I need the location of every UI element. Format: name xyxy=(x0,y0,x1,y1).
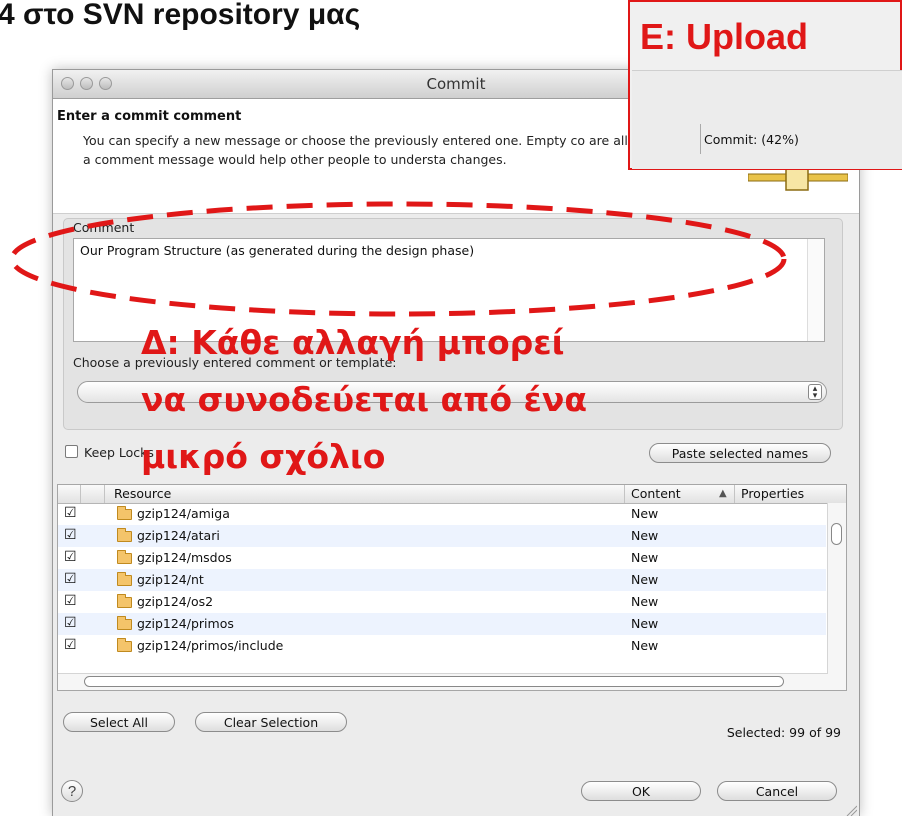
slide-title: 4 στο SVN repository μας xyxy=(0,0,361,31)
comment-text: Our Program Structure (as generated duri… xyxy=(80,243,475,258)
resource-name: gzip124/nt xyxy=(137,572,204,587)
select-all-button[interactable]: Select All xyxy=(63,712,175,732)
vertical-scroll-thumb[interactable] xyxy=(831,523,842,545)
table-horizontal-scrollbar[interactable] xyxy=(58,673,828,690)
folder-icon xyxy=(117,616,132,630)
annotation-line: Δ: Κάθε αλλαγή μπορεί xyxy=(141,323,565,362)
content-status: New xyxy=(631,550,659,565)
content-status: New xyxy=(631,594,659,609)
content-status: New xyxy=(631,572,659,587)
resize-grip-icon[interactable] xyxy=(845,804,857,816)
updown-arrows-icon: ▴ ▾ xyxy=(808,384,822,400)
folder-icon xyxy=(117,528,132,542)
comment-scrollbar[interactable] xyxy=(807,239,824,341)
selected-count: Selected: 99 of 99 xyxy=(726,725,841,740)
column-content[interactable]: Content xyxy=(631,486,681,501)
checked-checkbox-icon[interactable]: ☑ xyxy=(64,505,77,521)
horizontal-scroll-thumb[interactable] xyxy=(84,676,784,687)
upload-progress-panel xyxy=(632,70,902,169)
table-row[interactable]: ☑ gzip124/primos New xyxy=(58,613,826,635)
checkbox-icon[interactable] xyxy=(65,445,78,458)
table-row[interactable]: ☑ gzip124/nt New xyxy=(58,569,826,591)
folder-icon xyxy=(117,638,132,652)
resource-name: gzip124/atari xyxy=(137,528,220,543)
column-properties[interactable]: Properties xyxy=(741,486,804,501)
folder-icon xyxy=(117,572,132,586)
resource-name: gzip124/primos/include xyxy=(137,638,284,653)
header-title: Enter a commit comment xyxy=(57,109,242,124)
content-status: New xyxy=(631,638,659,653)
comment-label: Comment xyxy=(73,220,135,235)
annotation-line: να συνοδεύεται από ένα xyxy=(141,380,587,419)
sort-ascending-icon: ▲ xyxy=(719,488,727,499)
checked-checkbox-icon[interactable]: ☑ xyxy=(64,637,77,653)
commit-progress-status: Commit: (42%) xyxy=(704,132,799,147)
table-vertical-scrollbar[interactable] xyxy=(827,503,846,690)
upload-callout: E: Upload Commit: (42%) xyxy=(628,0,902,170)
annotation-line: μικρό σχόλιο xyxy=(141,437,386,476)
checked-checkbox-icon[interactable]: ☑ xyxy=(64,549,77,565)
content-status: New xyxy=(631,528,659,543)
table-row[interactable]: ☑ gzip124/msdos New xyxy=(58,547,826,569)
table-row[interactable]: ☑ gzip124/os2 New xyxy=(58,591,826,613)
clear-selection-button[interactable]: Clear Selection xyxy=(195,712,347,732)
paste-selected-names-button[interactable]: Paste selected names xyxy=(649,443,831,463)
folder-icon xyxy=(117,594,132,608)
content-status: New xyxy=(631,506,659,521)
help-icon[interactable]: ? xyxy=(61,780,83,802)
column-resource[interactable]: Resource xyxy=(114,486,171,501)
checked-checkbox-icon[interactable]: ☑ xyxy=(64,593,77,609)
content-status: New xyxy=(631,616,659,631)
table-row[interactable]: ☑ gzip124/atari New xyxy=(58,525,826,547)
upload-callout-title: E: Upload xyxy=(640,16,808,57)
table-row[interactable]: ☑ gzip124/primos/include New xyxy=(58,635,826,657)
resource-name: gzip124/os2 xyxy=(137,594,214,609)
checked-checkbox-icon[interactable]: ☑ xyxy=(64,527,77,543)
resource-name: gzip124/primos xyxy=(137,616,234,631)
annotation-callout: Δ: Κάθε αλλαγή μπορεί να συνοδεύεται από… xyxy=(141,314,641,485)
progress-divider xyxy=(700,124,701,154)
checked-checkbox-icon[interactable]: ☑ xyxy=(64,571,77,587)
table-row[interactable]: ☑ gzip124/amiga New xyxy=(58,503,826,525)
ok-button[interactable]: OK xyxy=(581,781,701,801)
folder-icon xyxy=(117,506,132,520)
checked-checkbox-icon[interactable]: ☑ xyxy=(64,615,77,631)
resources-table: Resource Content ▲ Properties ☑ gzip124/… xyxy=(57,484,847,691)
folder-icon xyxy=(117,550,132,564)
resource-name: gzip124/msdos xyxy=(137,550,232,565)
cancel-button[interactable]: Cancel xyxy=(717,781,837,801)
table-header: Resource Content ▲ Properties xyxy=(58,485,846,504)
resource-name: gzip124/amiga xyxy=(137,506,230,521)
